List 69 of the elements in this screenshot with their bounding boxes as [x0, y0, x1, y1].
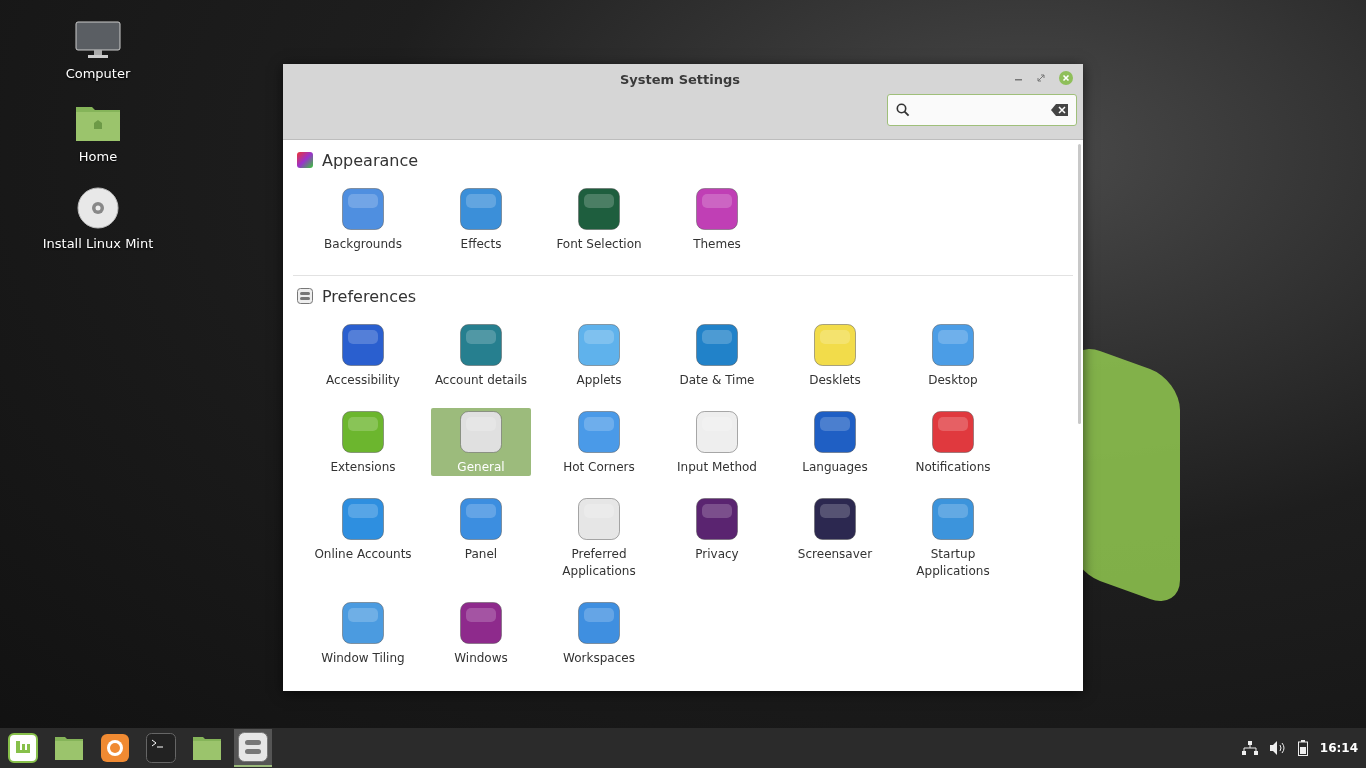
- desktop-icon-label[interactable]: Home: [78, 149, 118, 164]
- item-label: Preferred Applications: [561, 546, 637, 580]
- item-label: Themes: [693, 236, 741, 253]
- item-label: Desklets: [809, 372, 861, 389]
- item-label: Applets: [576, 372, 622, 389]
- item-label: Notifications: [915, 459, 991, 476]
- item-label: Desktop: [928, 372, 978, 389]
- search-icon: [896, 103, 910, 117]
- settings-item[interactable]: Notifications: [903, 408, 1003, 476]
- clock[interactable]: 16:14: [1319, 741, 1358, 755]
- item-label: Effects: [460, 236, 502, 253]
- item-label: Windows: [454, 650, 508, 667]
- maximize-icon[interactable]: [1037, 74, 1045, 82]
- item-label: General: [457, 459, 505, 476]
- palette-icon: [297, 152, 313, 168]
- item-label: Extensions: [330, 459, 396, 476]
- settings-item[interactable]: Workspaces: [549, 599, 649, 667]
- monitor-icon[interactable]: [74, 20, 122, 60]
- section-title: Appearance: [322, 150, 419, 170]
- item-label: Startup Applications: [915, 546, 991, 580]
- settings-item[interactable]: Desktop: [903, 321, 1003, 389]
- settings-item[interactable]: Input Method: [667, 408, 767, 476]
- disc-icon[interactable]: [76, 186, 120, 230]
- settings-item[interactable]: Screensaver: [785, 495, 885, 580]
- search-field[interactable]: [887, 94, 1077, 126]
- scrollbar-thumb[interactable]: [1078, 144, 1081, 424]
- item-label: Account details: [434, 372, 528, 389]
- item-label: Panel: [464, 546, 498, 563]
- taskbar-launcher[interactable]: [234, 729, 272, 767]
- settings-item[interactable]: Panel: [431, 495, 531, 580]
- settings-item[interactable]: Hot Corners: [549, 408, 649, 476]
- item-label: Accessibility: [326, 372, 400, 389]
- item-label: Date & Time: [679, 372, 755, 389]
- item-label: Workspaces: [563, 650, 635, 667]
- item-label: Backgrounds: [324, 236, 402, 253]
- settings-item[interactable]: Startup Applications: [903, 495, 1003, 580]
- section-title: Preferences: [322, 286, 417, 306]
- item-label: Privacy: [695, 546, 739, 563]
- settings-item[interactable]: Window Tiling: [313, 599, 413, 667]
- item-label: Window Tiling: [321, 650, 405, 667]
- settings-item[interactable]: Extensions: [313, 408, 413, 476]
- settings-item[interactable]: Date & Time: [667, 321, 767, 389]
- clear-icon[interactable]: [1051, 104, 1068, 116]
- settings-item[interactable]: Desklets: [785, 321, 885, 389]
- settings-item[interactable]: Online Accounts: [313, 495, 413, 580]
- item-label: Languages: [802, 459, 868, 476]
- desktop-icon-label[interactable]: Computer: [65, 66, 131, 81]
- toggles-icon: [297, 288, 313, 304]
- settings-item[interactable]: Themes: [667, 185, 767, 253]
- settings-item[interactable]: Account details: [431, 321, 531, 389]
- settings-item[interactable]: Windows: [431, 599, 531, 667]
- settings-item[interactable]: Font Selection: [549, 185, 649, 253]
- window-title: System Settings: [619, 71, 740, 87]
- item-label: Input Method: [677, 459, 757, 476]
- item-label: Font Selection: [556, 236, 642, 253]
- item-label: Hot Corners: [563, 459, 635, 476]
- battery-icon[interactable]: [1297, 740, 1308, 756]
- settings-item[interactable]: Languages: [785, 408, 885, 476]
- network-icon[interactable]: [1241, 741, 1258, 755]
- desktop-icon-label[interactable]: Install Linux Mint: [42, 236, 154, 251]
- item-label: Online Accounts: [314, 546, 412, 563]
- item-label: Screensaver: [797, 546, 873, 563]
- settings-item[interactable]: Accessibility: [313, 321, 413, 389]
- settings-item[interactable]: Backgrounds: [313, 185, 413, 253]
- settings-item[interactable]: Privacy: [667, 495, 767, 580]
- settings-item[interactable]: Effects: [431, 185, 531, 253]
- settings-item[interactable]: Preferred Applications: [549, 495, 649, 580]
- volume-icon[interactable]: [1269, 741, 1286, 755]
- settings-item[interactable]: Applets: [549, 321, 649, 389]
